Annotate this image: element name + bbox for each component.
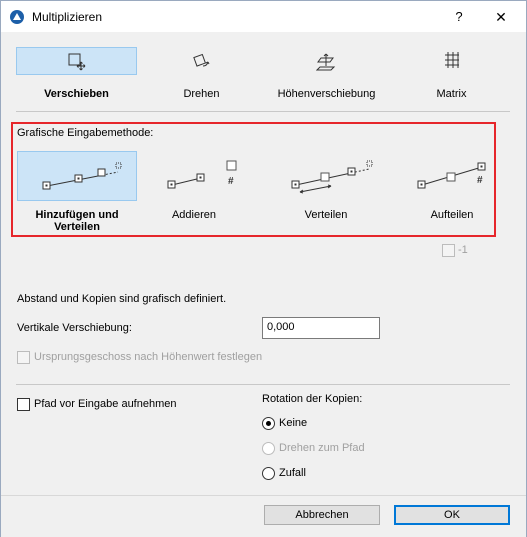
rotation-random-radio[interactable] (262, 467, 275, 480)
move-icon (16, 47, 137, 75)
distribute-icon (266, 151, 386, 201)
svg-text:#: # (477, 175, 483, 186)
method-label: Aufteilen (430, 209, 474, 221)
tab-label: Matrix (436, 88, 467, 100)
method-aufteilen[interactable]: # Aufteilen (392, 151, 512, 236)
rotation-random-label: Zufall (279, 467, 306, 479)
help-button[interactable]: ? (449, 7, 469, 27)
window-title: Multiplizieren (32, 10, 103, 24)
method-label: Verteilen (304, 209, 348, 221)
tab-matrix[interactable]: Matrix (391, 47, 512, 105)
rotation-none-label: Keine (279, 417, 308, 429)
tab-label: Höhenverschiebung (277, 88, 376, 100)
tab-drehen[interactable]: Drehen (141, 47, 262, 105)
method-verteilen[interactable]: Verteilen (266, 151, 386, 236)
input-method-title: Grafische Eingabemethode: (17, 127, 154, 139)
cancel-button[interactable]: Abbrechen (264, 505, 380, 525)
ok-button[interactable]: OK (394, 505, 510, 525)
dialog-window: Multiplizieren ? ✕ Verschieben Drehen Hö… (0, 0, 527, 537)
divider (16, 384, 510, 385)
method-label: Addieren (171, 209, 217, 221)
tab-label: Verschieben (44, 88, 109, 100)
tab-hoehenverschiebung[interactable]: Höhenverschiebung (266, 47, 387, 105)
rotation-none-radio[interactable] (262, 417, 275, 430)
divide-icon: # (392, 151, 512, 201)
rotation-path-radio[interactable] (262, 442, 275, 455)
spread-icon (17, 151, 137, 201)
rotation-title: Rotation der Kopien: (262, 393, 363, 405)
vertical-offset-input[interactable]: 0,000 (262, 317, 380, 339)
info-text: Abstand und Kopien sind grafisch definie… (17, 293, 227, 305)
svg-text:#: # (228, 176, 234, 187)
title-bar: Multiplizieren ? ✕ (1, 1, 526, 32)
method-addieren[interactable]: # Addieren (134, 151, 254, 236)
method-hinzufuegen-verteilen[interactable]: Hinzufügen und Verteilen (17, 151, 137, 236)
rotation-path-label: Drehen zum Pfad (279, 442, 365, 454)
origin-story-label: Ursprungsgeschoss nach Höhenwert festleg… (34, 351, 263, 363)
rotate-icon (141, 47, 262, 75)
tab-verschieben[interactable]: Verschieben (16, 47, 137, 105)
record-path-checkbox[interactable] (17, 398, 30, 411)
increment-icon: # (134, 151, 254, 201)
matrix-icon (391, 47, 512, 75)
minus-one-label: -1 (458, 244, 468, 256)
close-button[interactable]: ✕ (491, 7, 511, 27)
origin-story-checkbox[interactable] (17, 351, 30, 364)
minus-one-checkbox[interactable] (442, 244, 455, 257)
elevate-icon (266, 47, 387, 75)
tab-label: Drehen (183, 88, 220, 100)
divider (16, 111, 510, 112)
method-label: Hinzufügen und Verteilen (35, 209, 119, 233)
vertical-offset-label: Vertikale Verschiebung: (17, 322, 132, 334)
record-path-label: Pfad vor Eingabe aufnehmen (34, 398, 177, 410)
app-icon (10, 10, 24, 24)
